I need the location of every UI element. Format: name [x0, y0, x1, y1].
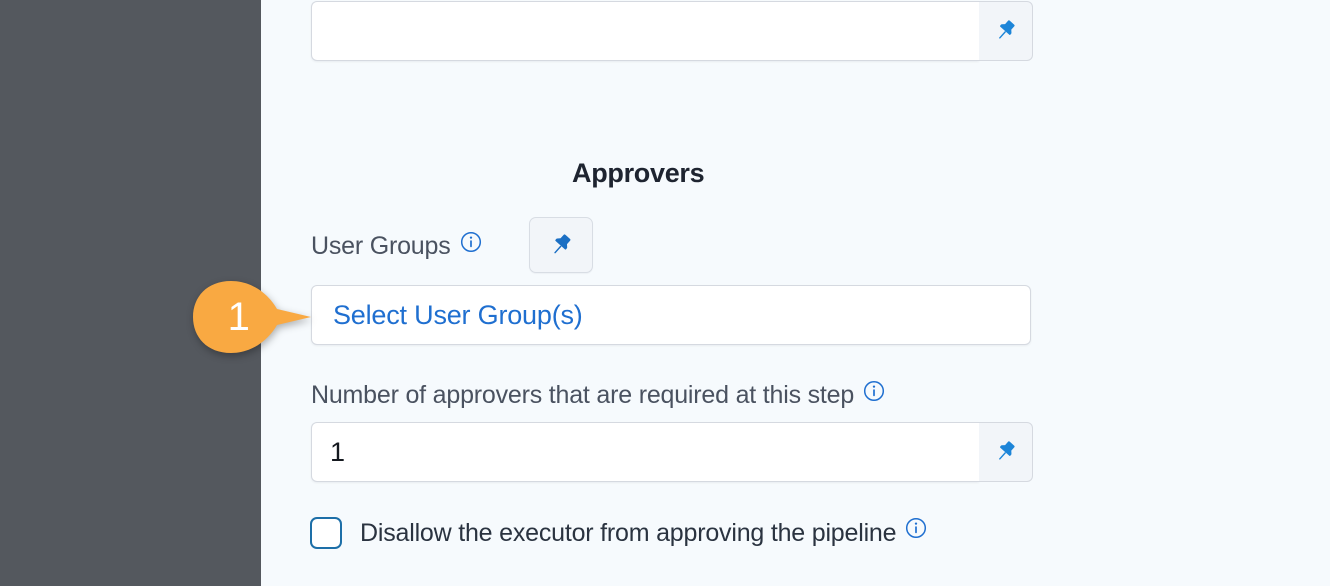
- pin-icon: [998, 20, 1015, 39]
- pin-icon: [553, 233, 570, 253]
- disallow-executor-checkbox[interactable]: [310, 517, 342, 549]
- approver-count-label-row: Number of approvers that are required at…: [311, 380, 885, 410]
- approver-count-label: Number of approvers that are required at…: [311, 381, 855, 409]
- approvers-form-panel: Approvers User Groups Select User Group(…: [261, 0, 1330, 586]
- user-groups-pin-button[interactable]: [529, 217, 593, 273]
- select-user-groups-placeholder: Select User Group(s): [333, 299, 583, 330]
- top-field-pin-button[interactable]: [979, 1, 1033, 61]
- approver-count-pin-button[interactable]: [979, 422, 1033, 482]
- disallow-executor-label: Disallow the executor from approving the…: [360, 518, 897, 547]
- page-title: Approvers: [572, 158, 705, 188]
- approver-count-field-row: 1: [311, 422, 1033, 482]
- user-groups-label: User Groups: [311, 232, 451, 260]
- info-icon[interactable]: [863, 380, 885, 402]
- top-text-input[interactable]: [311, 1, 979, 61]
- top-field-row: [311, 1, 1033, 61]
- disallow-executor-row[interactable]: Disallow the executor from approving the…: [310, 517, 927, 549]
- pin-icon: [998, 441, 1015, 460]
- select-user-groups-field[interactable]: Select User Group(s): [311, 285, 1031, 345]
- info-icon[interactable]: [905, 517, 927, 539]
- user-groups-label-row: User Groups: [311, 231, 482, 261]
- disallow-executor-label-row: Disallow the executor from approving the…: [360, 517, 927, 548]
- approver-count-input[interactable]: 1: [311, 422, 979, 482]
- callout-marker-1-number: 1: [227, 294, 250, 339]
- info-icon[interactable]: [460, 231, 482, 253]
